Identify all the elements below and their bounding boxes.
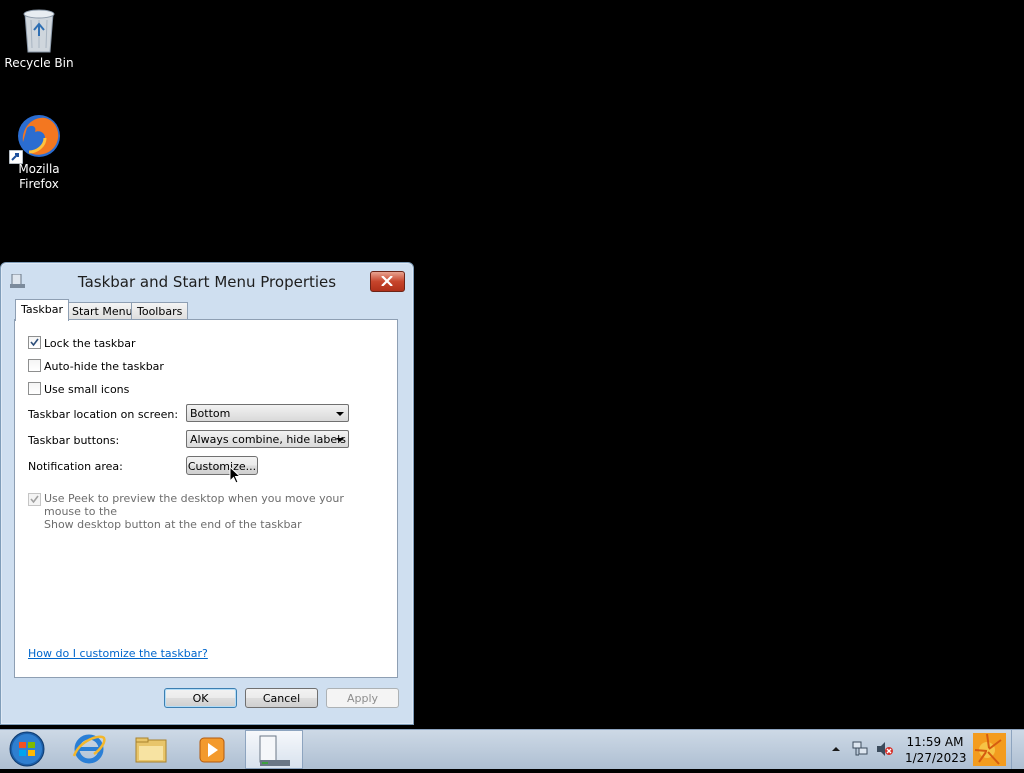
taskbar-buttons-value: Always combine, hide labels (190, 433, 346, 446)
taskbar: 11:59 AM 1/27/2023 (0, 729, 1024, 769)
show-desktop-button[interactable] (971, 730, 1008, 769)
dropdown-arrow-icon (336, 438, 344, 442)
dropdown-arrow-icon (336, 412, 344, 416)
taskbar-media-player[interactable] (183, 730, 241, 769)
desktop-icon-recycle-bin[interactable]: Recycle Bin (1, 6, 77, 71)
show-hidden-icons-icon[interactable] (831, 745, 841, 753)
small-icons-option[interactable]: Use small icons (28, 382, 129, 396)
apply-button[interactable]: Apply (326, 688, 399, 708)
desktop-icon-label: Mozilla (18, 162, 60, 176)
mouse-cursor-icon (229, 465, 242, 488)
desktop-icon-firefox[interactable]: Mozilla Firefox (1, 112, 77, 192)
lock-taskbar-checkbox[interactable] (28, 336, 41, 349)
close-button[interactable] (370, 271, 405, 292)
taskbar-properties-icon (259, 735, 290, 766)
lock-taskbar-option[interactable]: Lock the taskbar (28, 336, 136, 350)
volume-muted-icon[interactable] (876, 741, 894, 757)
network-icon[interactable] (851, 740, 869, 758)
small-icons-checkbox[interactable] (28, 382, 41, 395)
peek-label-line1: Use Peek to preview the desktop when you… (44, 492, 344, 518)
taskbar-buttons-label: Taskbar buttons: (28, 434, 120, 447)
clock-time: 11:59 AM (906, 735, 964, 749)
lock-taskbar-label: Lock the taskbar (44, 337, 136, 350)
recycle-bin-icon (15, 6, 63, 54)
peek-label-line2: Show desktop button at the end of the ta… (44, 518, 302, 531)
system-clock[interactable]: 11:59 AM 1/27/2023 (905, 734, 967, 766)
customize-button[interactable]: Customize... (186, 456, 258, 475)
desktop-thumbnail-icon (973, 733, 1006, 766)
checkmark-icon (30, 338, 39, 347)
media-player-icon (199, 737, 225, 763)
start-button[interactable] (2, 730, 52, 769)
auto-hide-checkbox[interactable] (28, 359, 41, 372)
firefox-icon (9, 112, 63, 164)
notification-area-label: Notification area: (28, 460, 123, 473)
taskbar-location-dropdown[interactable]: Bottom (186, 404, 349, 422)
clock-date: 1/27/2023 (905, 751, 967, 765)
peek-option: Use Peek to preview the desktop when you… (28, 492, 378, 531)
help-link[interactable]: How do I customize the taskbar? (28, 647, 208, 660)
auto-hide-option[interactable]: Auto-hide the taskbar (28, 359, 164, 373)
tab-taskbar[interactable]: Taskbar (15, 299, 69, 321)
taskbar-location-label: Taskbar location on screen: (28, 408, 179, 421)
peek-checkbox (28, 493, 41, 506)
internet-explorer-icon (72, 734, 106, 764)
taskbar-location-value: Bottom (190, 407, 231, 420)
small-icons-label: Use small icons (44, 383, 130, 396)
title-bar[interactable]: Taskbar and Start Menu Properties (1, 263, 413, 297)
desktop-icon-label: Firefox (19, 177, 59, 191)
windows-logo-icon (9, 731, 45, 767)
peek-area[interactable] (1011, 730, 1024, 769)
cancel-button[interactable]: Cancel (245, 688, 318, 708)
dialog-title: Taskbar and Start Menu Properties (77, 273, 337, 291)
desktop-icon-label: Recycle Bin (4, 56, 74, 70)
taskbar-properties-window[interactable] (245, 730, 303, 769)
taskbar-buttons-dropdown[interactable]: Always combine, hide labels (186, 430, 349, 448)
folder-icon (135, 737, 167, 763)
close-icon (381, 276, 393, 286)
checkmark-icon (30, 495, 39, 504)
auto-hide-label: Auto-hide the taskbar (44, 360, 164, 373)
ok-button[interactable]: OK (164, 688, 237, 708)
taskbar-file-explorer[interactable] (122, 730, 180, 769)
taskbar-internet-explorer[interactable] (60, 730, 118, 769)
